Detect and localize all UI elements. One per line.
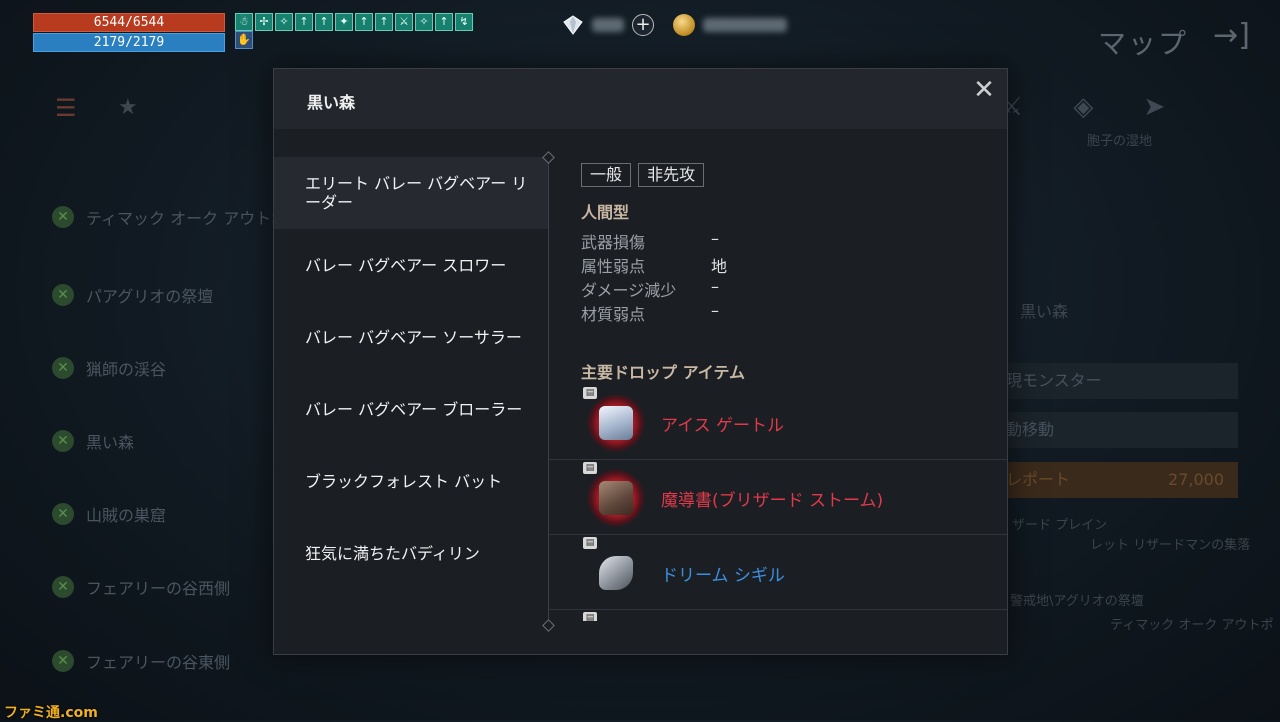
stat-row: 材質弱点 – [581, 301, 719, 324]
region-item[interactable]: ✕ 山賊の巣窟 [52, 502, 166, 526]
drop-item[interactable]: ▤ ドリーム シギル [549, 535, 1007, 610]
close-icon: ✕ [52, 284, 74, 306]
gold-currency [673, 14, 787, 36]
drop-item[interactable]: ▤ アイス ゲートル [549, 385, 1007, 460]
monster-item[interactable]: エリート バレー バグベアー リーダー [274, 157, 548, 229]
stat-row: 属性弱点地 [581, 257, 728, 276]
map-title: マップ [1097, 27, 1188, 60]
monster-info-dialog: 黒い森 ✕ エリート バレー バグベアー リーダー バレー バグベアー スロワー… [273, 68, 1008, 655]
hp-bar: 6544/6544 [33, 13, 225, 32]
drop-item[interactable]: ▤ 魔導書(ブリザード ストーム) [549, 460, 1007, 535]
book-icon: ▤ [583, 387, 597, 399]
divider-ornament [542, 619, 555, 632]
appearing-monsters-button[interactable]: 現モンスター [1000, 363, 1238, 399]
buff-icon[interactable]: ↑ [315, 13, 333, 31]
diamond-icon [563, 15, 583, 35]
drop-list: ▤ アイス ゲートル ▤ 魔導書(ブリザード ストーム) ▤ ドリーム シギル … [549, 385, 1007, 621]
buff-bar: ☃ ✢ ✧ ↑ ↑ ✦ ↑ ↑ ⚔ ✧ ↑ ↯ [235, 13, 473, 31]
mp-bar: 2179/2179 [33, 33, 225, 52]
buff-icon[interactable]: ✧ [415, 13, 433, 31]
tag-badge: 一般 [581, 163, 632, 187]
spellbook-icon [587, 469, 645, 527]
close-icon: ✕ [52, 357, 74, 379]
drop-item-name: ドリーム シギル [661, 566, 785, 586]
diamond-amount [592, 18, 624, 32]
dialog-header: 黒い森 ✕ [274, 69, 1007, 129]
buff-icon[interactable]: ↑ [375, 13, 393, 31]
buff-icon[interactable]: ✋ [235, 31, 253, 49]
menu-icon[interactable]: ☰ [55, 95, 81, 121]
stat-row: 武器損傷 – [581, 229, 719, 252]
region-item[interactable]: ✕ フェアリーの谷西側 [52, 575, 230, 599]
region-item[interactable]: ✕ フェアリーの谷東側 [52, 649, 230, 673]
navigate-icon[interactable]: ➤ [1143, 92, 1165, 122]
buff-icon[interactable]: ✢ [255, 13, 273, 31]
adena-coin-icon [673, 14, 695, 36]
monster-item[interactable]: 狂気に満ちたバディリン [274, 517, 548, 589]
monster-race: 人間型 [581, 203, 630, 222]
tag-badge: 非先攻 [638, 163, 705, 187]
marker-icon[interactable]: ◈ [1073, 92, 1093, 122]
close-icon: ✕ [52, 206, 74, 228]
bookmark-icon[interactable]: ★ [118, 95, 144, 125]
monster-item[interactable]: バレー バグベアー ソーサラー [274, 301, 548, 373]
close-icon: ✕ [52, 650, 74, 672]
region-item[interactable]: ✕ 猟師の渓谷 [52, 356, 166, 380]
buff-icon[interactable]: ✦ [335, 13, 353, 31]
close-icon[interactable]: ✕ [973, 77, 995, 103]
diamond-currency: + [562, 14, 654, 36]
monster-item[interactable]: バレー バグベアー ブローラー [274, 373, 548, 445]
auto-move-button[interactable]: 動移動 [1000, 412, 1238, 448]
book-icon: ▤ [583, 462, 597, 474]
region-item[interactable]: ✕ 黒い森 [52, 429, 134, 453]
close-icon: ✕ [52, 430, 74, 452]
panel-title: 黒い森 [1020, 302, 1069, 321]
sigil-icon [587, 544, 645, 602]
dialog-title: 黒い森 [307, 93, 356, 112]
stat-row: ダメージ減少 – [581, 277, 719, 300]
monster-item[interactable]: バレー バグベアー スロワー [274, 229, 548, 301]
map-exit-icon[interactable]: →] [1213, 18, 1250, 53]
map-toolbar: ⚔ ◈ ➤ [1000, 92, 1165, 122]
monster-tags: 一般 非先攻 [581, 163, 706, 187]
add-diamond-button[interactable]: + [632, 14, 654, 36]
buff-icon[interactable]: ↯ [455, 13, 473, 31]
close-icon: ✕ [52, 503, 74, 525]
adena-amount [703, 18, 787, 32]
teleport-button[interactable]: レポート 27,000 [1000, 462, 1238, 498]
monster-detail: 一般 非先攻 人間型 武器損傷 – 属性弱点地 ダメージ減少 – 材質弱点 – 主要ド… [581, 163, 745, 382]
drop-item-name: アイス ゲートル [661, 416, 785, 436]
area-label: 胞子の湿地 [1087, 134, 1153, 149]
buff-icon[interactable]: ⚔ [395, 13, 413, 31]
buff-icon[interactable]: ✧ [275, 13, 293, 31]
book-icon: ▤ [583, 612, 597, 621]
gaiter-icon [587, 394, 645, 452]
drops-header: 主要ドロップ アイテム [581, 363, 745, 382]
book-icon: ▤ [583, 537, 597, 549]
close-icon: ✕ [52, 576, 74, 598]
buff-icon[interactable]: ↑ [295, 13, 313, 31]
watermark-logo: ファミ通.com [4, 705, 98, 721]
region-item[interactable]: ✕ パアグリオの祭壇 [52, 283, 213, 307]
buff-icon[interactable]: ☃ [235, 13, 253, 31]
buff-icon[interactable]: ↑ [355, 13, 373, 31]
monster-item[interactable]: ブラックフォレスト バット [274, 445, 548, 517]
drop-item-name: 魔導書(ブリザード ストーム) [661, 491, 884, 511]
drop-item[interactable]: ▤ [549, 610, 1007, 621]
buff-icon[interactable]: ↑ [435, 13, 453, 31]
